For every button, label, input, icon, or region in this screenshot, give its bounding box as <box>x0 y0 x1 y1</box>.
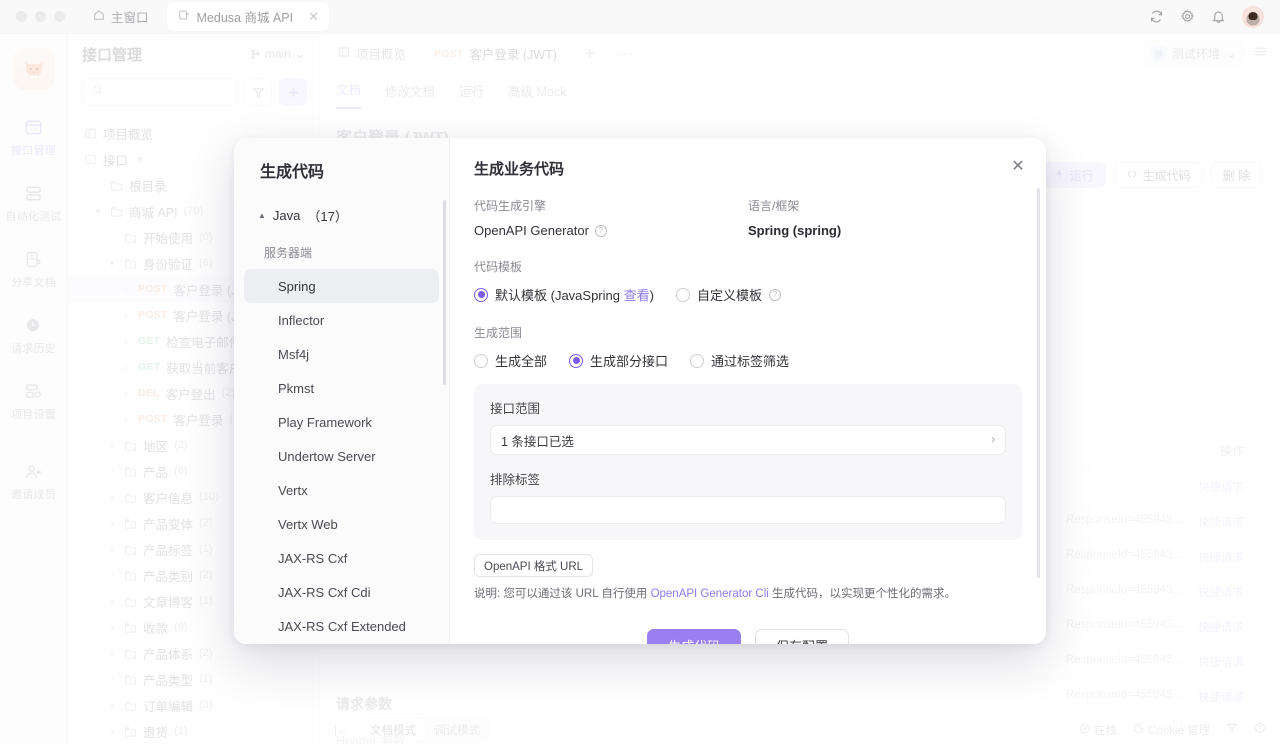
framework-item[interactable]: JAX-RS Cxf Cdi <box>244 575 439 609</box>
framework-list: Spring Inflector Msf4j Pkmst Play Framework U… <box>234 269 449 643</box>
api-scope-selector[interactable]: 1 条接口已选 › <box>490 425 1006 455</box>
engine-column: 代码生成引擎 OpenAPI Generator ? <box>474 197 748 238</box>
save-config-button[interactable]: 保存配置 <box>755 629 850 644</box>
framework-item[interactable]: Msf4j <box>244 337 439 371</box>
framework-item[interactable]: JAX-RS Cxf <box>244 541 439 575</box>
radio-label: 生成全部 <box>495 354 548 369</box>
language-list: ▲ Java （17） 服务器端 Spring Inflector Msf4j Pkm… <box>234 202 449 644</box>
exclude-tags-label: 排除标签 <box>490 473 541 487</box>
radio-indicator <box>474 353 488 368</box>
language-group-java[interactable]: ▲ Java （17） <box>234 202 449 228</box>
template-label: 代码模板 <box>474 260 523 274</box>
openapi-generator-cli-link[interactable]: OpenAPI Generator Cli <box>651 588 769 600</box>
template-radio-group: 默认模板 (JavaSpring 查看) 自定义模板 ? <box>474 285 1022 304</box>
lang-label: 语言/框架 <box>748 199 800 213</box>
language-column: 语言/框架 Spring (spring) <box>748 197 1022 238</box>
radio-label: 默认模板 (JavaSpring 查看) <box>495 288 654 303</box>
radio-label: 生成部分接口 <box>590 354 669 369</box>
chevron-right-icon: › <box>991 434 995 446</box>
exclude-tags-input[interactable] <box>490 496 1006 524</box>
view-template-link[interactable]: 查看 <box>624 288 650 303</box>
radio-default-template[interactable]: 默认模板 (JavaSpring 查看) <box>474 285 654 304</box>
openapi-url-button[interactable]: OpenAPI 格式 URL <box>474 554 594 577</box>
engine-value: OpenAPI Generator <box>474 223 589 238</box>
template-section: 代码模板 默认模板 (JavaSpring 查看) 自定义模板 ? <box>474 258 1022 304</box>
scope-section: 生成范围 生成全部 生成部分接口 通过标签筛选 接口范围 1 条接口已选 › 排… <box>474 324 1022 540</box>
language-group-label: Java <box>272 207 301 223</box>
language-group-count: （17） <box>307 208 348 224</box>
framework-item[interactable]: JAX-RS Cxf Extended <box>244 609 439 643</box>
radio-generate-partial[interactable]: 生成部分接口 <box>569 351 668 370</box>
panel-gap <box>490 455 1006 469</box>
left-scrollbar[interactable] <box>443 200 446 385</box>
radio-indicator <box>675 287 690 302</box>
radio-generate-all[interactable]: 生成全部 <box>474 351 547 370</box>
chevron-up-icon: ▲ <box>258 210 266 220</box>
modal-config-panel: ✕ 生成业务代码 代码生成引擎 OpenAPI Generator ? 语言/框… <box>450 138 1046 644</box>
radio-custom-template[interactable]: 自定义模板 ? <box>675 285 781 304</box>
radio-indicator <box>569 353 584 368</box>
radio-indicator <box>474 287 488 302</box>
api-scope-label: 接口范围 <box>490 402 541 416</box>
radio-filter-by-tag[interactable]: 通过标签筛选 <box>690 351 789 370</box>
radio-indicator <box>690 353 705 368</box>
lang-value: Spring (spring) <box>748 223 842 238</box>
framework-item[interactable]: Undertow Server <box>244 439 439 473</box>
modal-action-buttons: 生成代码 保存配置 <box>474 629 1022 644</box>
modal-left-title: 生成代码 <box>260 164 325 181</box>
radio-label: 自定义模板 <box>696 288 762 303</box>
scope-detail-panel: 接口范围 1 条接口已选 › 排除标签 <box>474 384 1022 540</box>
api-scope-value: 1 条接口已选 <box>501 434 574 449</box>
openapi-note: 说明: 您可以通过该 URL 自行使用 OpenAPI Generator Cl… <box>474 588 957 600</box>
framework-item[interactable]: Vertx <box>244 473 439 507</box>
openapi-url-row: OpenAPI 格式 URL <box>474 540 1022 577</box>
engine-value-row: OpenAPI Generator ? <box>474 223 748 238</box>
radio-label: 通过标签筛选 <box>711 354 790 369</box>
engine-lang-row: 代码生成引擎 OpenAPI Generator ? 语言/框架 Spring … <box>474 197 1022 238</box>
generate-code-modal: 生成代码 ▲ Java （17） 服务器端 Spring Inflector Msf… <box>234 138 1046 644</box>
close-icon[interactable]: ✕ <box>1008 156 1028 176</box>
help-icon[interactable]: ? <box>594 224 607 237</box>
engine-label: 代码生成引擎 <box>474 199 547 213</box>
scope-label: 生成范围 <box>474 326 523 340</box>
modal-language-panel: 生成代码 ▲ Java （17） 服务器端 Spring Inflector Msf… <box>234 138 450 644</box>
server-side-group-label: 服务器端 <box>264 246 313 260</box>
framework-item[interactable]: Inflector <box>244 303 439 337</box>
framework-item[interactable]: Spring <box>244 269 439 303</box>
framework-item[interactable]: Pkmst <box>244 371 439 405</box>
scope-radio-group: 生成全部 生成部分接口 通过标签筛选 <box>474 351 1022 370</box>
right-scrollbar[interactable] <box>1037 188 1040 578</box>
framework-item[interactable]: Play Framework <box>244 405 439 439</box>
help-icon[interactable]: ? <box>768 288 781 301</box>
modal-right-title: 生成业务代码 <box>474 161 565 178</box>
framework-item[interactable]: Vertx Web <box>244 507 439 541</box>
generate-code-submit-button[interactable]: 生成代码 <box>646 629 741 644</box>
